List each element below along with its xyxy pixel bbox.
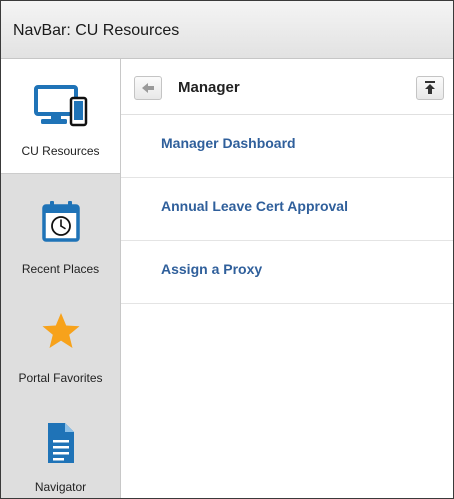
sidebar-item-label: Portal Favorites <box>18 371 103 385</box>
navbar-content: Manager Manager Dashboard Annual Leave C… <box>121 59 453 498</box>
page-title: Manager <box>178 79 240 96</box>
content-header: Manager <box>121 59 453 115</box>
calendar-clock-icon <box>42 201 80 242</box>
menu-item-label: Annual Leave Cert Approval <box>161 198 348 214</box>
star-icon <box>42 313 80 348</box>
arrow-up-to-top-icon <box>425 81 435 94</box>
navbar-title: NavBar: CU Resources <box>13 22 180 39</box>
menu-item-assign-a-proxy[interactable]: Assign a Proxy <box>121 241 453 304</box>
document-icon <box>48 423 74 463</box>
navbar-header: NavBar: CU Resources <box>1 1 453 59</box>
menu-item-annual-leave-cert-approval[interactable]: Annual Leave Cert Approval <box>121 178 453 241</box>
sidebar-item-portal-favorites[interactable]: Portal Favorites <box>1 284 120 394</box>
sidebar-item-label: CU Resources <box>21 144 100 158</box>
back-button[interactable] <box>134 76 162 100</box>
navbar-window: NavBar: CU Resources CU Resources Recent… <box>0 0 454 499</box>
menu-item-manager-dashboard[interactable]: Manager Dashboard <box>121 115 453 178</box>
devices-icon <box>34 85 88 127</box>
scroll-to-top-button[interactable] <box>416 76 444 100</box>
menu-item-label: Manager Dashboard <box>161 135 296 151</box>
sidebar-item-cu-resources[interactable]: CU Resources <box>1 59 120 174</box>
sidebar-item-navigator[interactable]: Navigator <box>1 394 120 498</box>
menu-item-label: Assign a Proxy <box>161 261 263 277</box>
sidebar-item-label: Navigator <box>34 480 87 494</box>
sidebar-item-label: Recent Places <box>21 262 100 276</box>
sidebar-item-recent-places[interactable]: Recent Places <box>1 174 120 284</box>
navbar-sidebar: CU Resources Recent Places Portal Favori… <box>1 59 121 498</box>
arrow-left-icon <box>142 83 154 93</box>
